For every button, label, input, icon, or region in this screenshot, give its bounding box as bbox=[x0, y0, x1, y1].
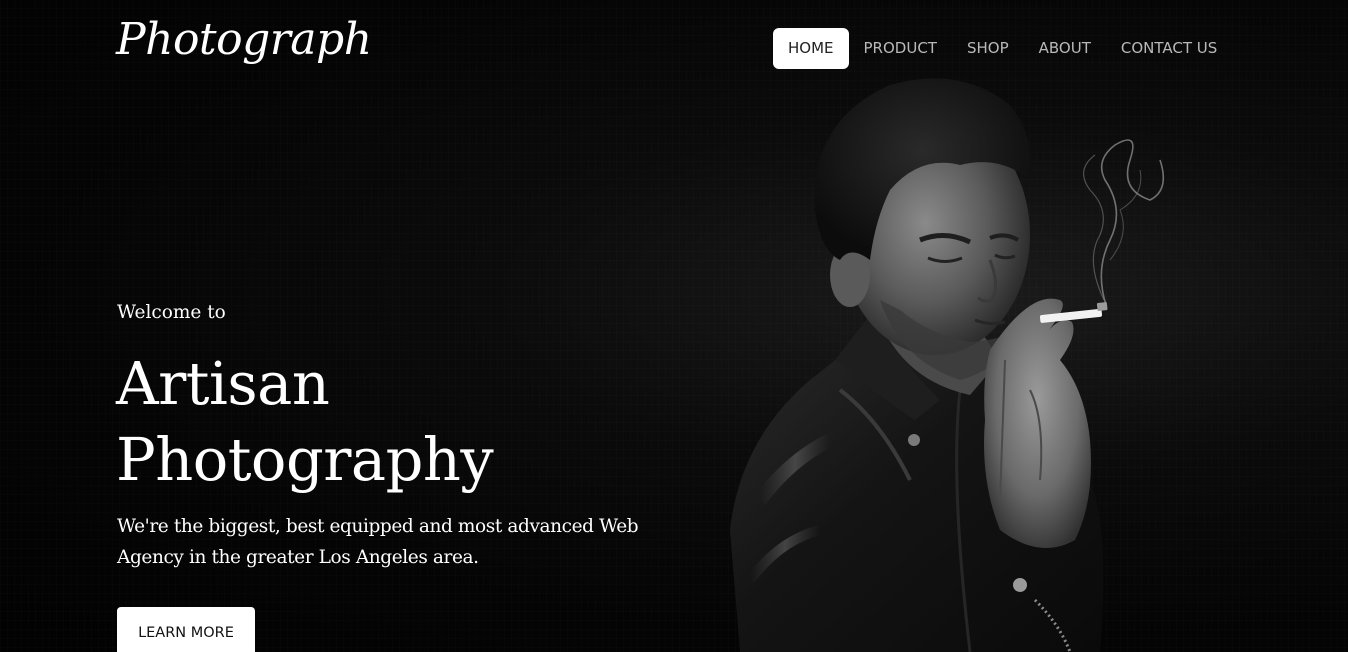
hero-tagline-line-1: We're the biggest, best equipped and mos… bbox=[117, 516, 639, 537]
hero-tagline-line-2: Agency in the greater Los Angeles area. bbox=[117, 547, 479, 568]
nav-item-about[interactable]: ABOUT bbox=[1024, 28, 1106, 69]
hero-tagline: We're the biggest, best equipped and mos… bbox=[117, 511, 647, 573]
main-nav: HOME PRODUCT SHOP ABOUT CONTACT US bbox=[773, 28, 1232, 69]
site-logo[interactable]: Photograph bbox=[116, 14, 372, 65]
nav-item-shop[interactable]: SHOP bbox=[952, 28, 1024, 69]
hero-title-line-1: Artisan bbox=[116, 349, 330, 418]
nav-item-contact-us[interactable]: CONTACT US bbox=[1106, 28, 1232, 69]
hero-welcome-text: Welcome to bbox=[117, 302, 226, 323]
hero-section: Photograph HOME PRODUCT SHOP ABOUT CONTA… bbox=[0, 0, 1348, 652]
hero-photo-smoking-man bbox=[730, 78, 1165, 652]
hero-title: Artisan Photography bbox=[116, 346, 676, 498]
nav-item-product[interactable]: PRODUCT bbox=[849, 28, 952, 69]
learn-more-button[interactable]: LEARN MORE bbox=[117, 607, 255, 652]
hero-title-line-2: Photography bbox=[116, 425, 494, 494]
nav-item-home[interactable]: HOME bbox=[773, 28, 849, 69]
